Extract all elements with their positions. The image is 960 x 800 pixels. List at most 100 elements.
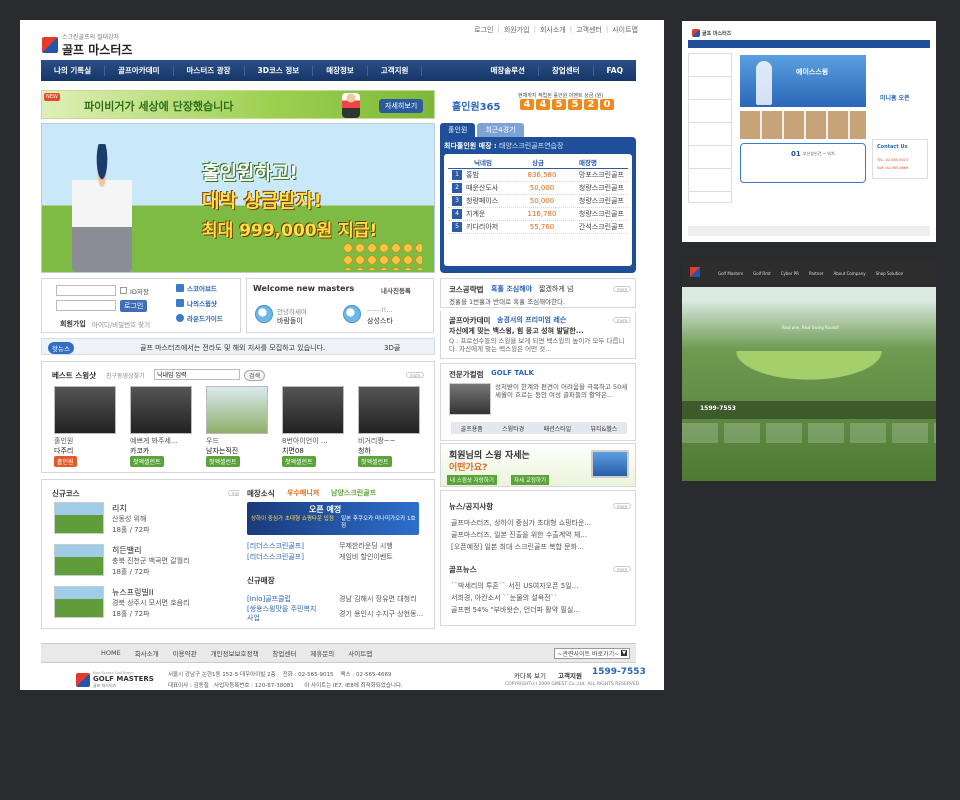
scoreboard-link[interactable]: 스코어보드 xyxy=(187,283,217,293)
swing-item[interactable]: 비거리짱~~ 청하 첫엑셀런트 xyxy=(358,386,422,467)
save-id-checkbox[interactable] xyxy=(120,287,127,294)
nav-academy[interactable]: 골프아카데미 xyxy=(105,65,174,76)
nav-my-records[interactable]: 나의 기록실 xyxy=(41,65,106,76)
more-button[interactable]: more xyxy=(613,503,631,509)
footer-link[interactable]: HOME xyxy=(101,649,121,657)
avatar[interactable] xyxy=(343,305,361,323)
column-tab[interactable]: 패션스타일 xyxy=(544,424,572,433)
store-news-text[interactable]: 무제한라운딩 시행 xyxy=(339,541,393,551)
rank-row[interactable]: 2 때운산도사 50,000 청량스크린골프 xyxy=(448,182,628,195)
topnav-join[interactable]: 회원가입 xyxy=(504,25,530,35)
tab-recent4[interactable]: 최근4경기 xyxy=(477,123,524,137)
nav-3d-course[interactable]: 3D코스 정보 xyxy=(245,65,314,76)
ticker-text[interactable]: 골프 마스터즈에서는 전라도 및 해외 지사를 모집하고 있습니다. xyxy=(140,343,325,353)
store-open-banner[interactable]: 오픈 예정 상하이 중심가 초대형 쇼핑타운 입점 일본 후쿠오카 미나미가오카… xyxy=(247,502,419,535)
academy-headline[interactable]: 자신에게 맞는 백스윙, 힘 뭉고 성혀 발달한... xyxy=(449,326,629,336)
topnav-company[interactable]: 회사소개 xyxy=(540,25,566,35)
topnav-sitemap[interactable]: 사이트맵 xyxy=(612,25,638,35)
site-logo[interactable]: 스크린골프의 절대강자 골프 마스터즈 xyxy=(42,32,132,58)
footer-link[interactable]: 제휴문의 xyxy=(310,648,334,658)
friend-search-input[interactable] xyxy=(154,369,240,380)
nav-customer-support[interactable]: 고객지원 xyxy=(368,65,423,76)
hero-banner[interactable]: 홀인원하고! 대박 상금받자! 최대 999,000원 지급! xyxy=(41,123,435,273)
column-tab[interactable]: 스윙타경 xyxy=(502,424,524,433)
course-guide-body[interactable]: 겠홀을 1번홀과 반대로 혹홀 조심해야한다. xyxy=(449,296,629,306)
swing-thumbnail[interactable] xyxy=(54,386,116,434)
nav-store-solution[interactable]: 매장솔루션 xyxy=(477,65,539,76)
search-button[interactable]: 검색 xyxy=(244,370,266,381)
more-button[interactable]: more xyxy=(406,372,424,378)
store-news-tag[interactable]: [리더스스크린골프] xyxy=(247,552,304,562)
best-manager-store[interactable]: 남양스크린골프 xyxy=(331,488,376,498)
golf-news-item[interactable]: 서희경, 아칸소서 ``눈물의 설욕전`` xyxy=(451,593,631,603)
user-name[interactable]: 바람돌이 xyxy=(277,316,303,326)
new-store-text[interactable]: 경남 김해시 장유면 대청리 xyxy=(339,594,417,604)
column-sub[interactable]: GOLF TALK xyxy=(491,369,534,377)
rank-row[interactable]: 1 홍밤 836,580 망포스크린골프 xyxy=(448,169,628,182)
my-swingshot-link[interactable]: 나의스윙샷 xyxy=(187,298,217,308)
course-thumbnail[interactable] xyxy=(54,502,104,534)
login-id-input[interactable] xyxy=(56,285,116,296)
rank-row[interactable]: 3 청량페이스 50,000 청량스크린골프 xyxy=(448,195,628,208)
course-name[interactable]: 히든밸리 xyxy=(112,545,141,556)
academy-body[interactable]: Q : 프로선수들의 스윙을 보게 되면 백스윙의 높이가 모두 다릅니다. 자… xyxy=(449,337,631,354)
swing-item[interactable]: 우드 남자는직진 첫엑셀런트 xyxy=(206,386,270,467)
register-photo-link[interactable]: 내사진등록 xyxy=(381,285,411,295)
rank-row[interactable]: 4 지계운 116,780 청량스크린골프 xyxy=(448,208,628,221)
swing-item[interactable]: 예쁘게 봐주세... 카코카 첫엑셀런트 xyxy=(130,386,194,467)
related-sites-select[interactable]: ~관련사이트 바로가기~ ▼ xyxy=(554,647,630,659)
banner-detail-button[interactable]: 자세히보기 xyxy=(379,99,424,113)
top-banner[interactable]: NEW 파이비거가 세상에 단장했습니다 자세히보기 xyxy=(41,90,435,119)
join-link[interactable]: 회원가입 xyxy=(60,319,86,329)
swing-ad-banner[interactable]: 회원님의 스윙 자세는 어떤가요? 내 스윙샷 자랑하기 자세 교정하기 xyxy=(440,443,636,487)
swing-item[interactable]: 홀인원 다주리 홀인원 xyxy=(54,386,118,467)
footer-link[interactable]: 회사소개 xyxy=(135,648,159,658)
news-item[interactable]: [오픈예정] 일본 최대 스크린골프 복합 문화... xyxy=(451,542,631,552)
more-button[interactable]: more xyxy=(613,317,631,323)
course-thumbnail[interactable] xyxy=(54,544,104,576)
swing-thumbnail[interactable] xyxy=(130,386,192,434)
course-guide-sub[interactable]: 혹홀 조심해야 xyxy=(491,284,532,294)
news-item[interactable]: 골프마스터즈, 상하이 중심가 초대형 쇼핑타운... xyxy=(451,518,631,528)
round-guide-link[interactable]: 라운드가이드 xyxy=(187,313,223,323)
nav-store-info[interactable]: 매장정보 xyxy=(313,65,368,76)
news-item[interactable]: 골프마스터즈, 일본 진출을 위한 수출계약 체... xyxy=(451,530,631,540)
academy-sub[interactable]: 송경서의 프리미엄 레슨 xyxy=(497,315,566,325)
catalog-link[interactable]: 카다록 보기 xyxy=(514,670,546,680)
nav-masters-plaza[interactable]: 마스터즈 광장 xyxy=(174,65,245,76)
preview-thumbnail-1[interactable]: 골프 마스터즈 에이스스윙 01 부산승인건 ~ 외치 미니홈 오픈 Conta… xyxy=(682,21,936,242)
more-button[interactable]: more xyxy=(613,566,631,572)
golf-news-item[interactable]: ``박세리의 투혼`` 서진 US여자오픈 5일... xyxy=(451,581,631,591)
topnav-login[interactable]: 로그인 xyxy=(474,25,493,35)
swing-thumbnail[interactable] xyxy=(206,386,268,434)
nav-faq[interactable]: FAQ xyxy=(594,66,636,75)
more-button[interactable]: more xyxy=(613,286,631,292)
golf-news-item[interactable]: 골프팬 54% "부바왓슨, 언더파 활약 필실... xyxy=(451,605,631,615)
column-body[interactable]: 성처받이 한계와 편견이 어려움을 극복하고 50세 세월이 흐르는 동안 여성… xyxy=(495,383,631,415)
tab-holeinone[interactable]: 홀인원 xyxy=(440,123,476,137)
swing-ad-show-button[interactable]: 내 스윙샷 자랑하기 xyxy=(447,475,497,485)
footer-link[interactable]: 개인정보보호정책 xyxy=(211,648,259,658)
new-store-tag[interactable]: [Inlo]골프클럽 xyxy=(247,594,291,604)
column-photo[interactable] xyxy=(449,383,491,415)
course-name[interactable]: 리치 xyxy=(112,503,127,514)
swing-item[interactable]: 8번아이언이 ... 치면08 첫엑셀런트 xyxy=(282,386,346,467)
login-password-input[interactable] xyxy=(56,300,116,311)
new-store-text[interactable]: 경기 용인시 수지구 상현동... xyxy=(339,609,423,619)
store-news-text[interactable]: 게임비 할인이벤트 xyxy=(339,552,393,562)
new-store-tag[interactable]: [쌍용스윙맛을 주민복지사업 xyxy=(247,605,317,623)
swing-ad-correct-button[interactable]: 자세 교정하기 xyxy=(511,475,550,485)
footer-link[interactable]: 창업센터 xyxy=(272,648,296,658)
swing-thumbnail[interactable] xyxy=(282,386,344,434)
course-thumbnail[interactable] xyxy=(54,586,104,618)
footer-link[interactable]: 사이트맵 xyxy=(348,648,372,658)
store-news-tag[interactable]: [리더스스크린골프] xyxy=(247,541,304,551)
footer-link[interactable]: 이용약관 xyxy=(173,648,197,658)
login-button[interactable]: 로그인 xyxy=(120,300,148,312)
find-account-link[interactable]: 아이디/비밀번호 찾기 xyxy=(92,319,150,329)
topnav-support[interactable]: 고객센터 xyxy=(576,25,602,35)
preview-thumbnail-2[interactable]: Golf Masters Golf Rmt Cyber PR Partner About… xyxy=(682,261,936,481)
column-tab[interactable]: 뷰티&헬스 xyxy=(591,424,618,433)
avatar[interactable] xyxy=(255,305,273,323)
rank-row[interactable]: 5 키다리아저 55,760 간석스크린골프 xyxy=(448,221,628,234)
